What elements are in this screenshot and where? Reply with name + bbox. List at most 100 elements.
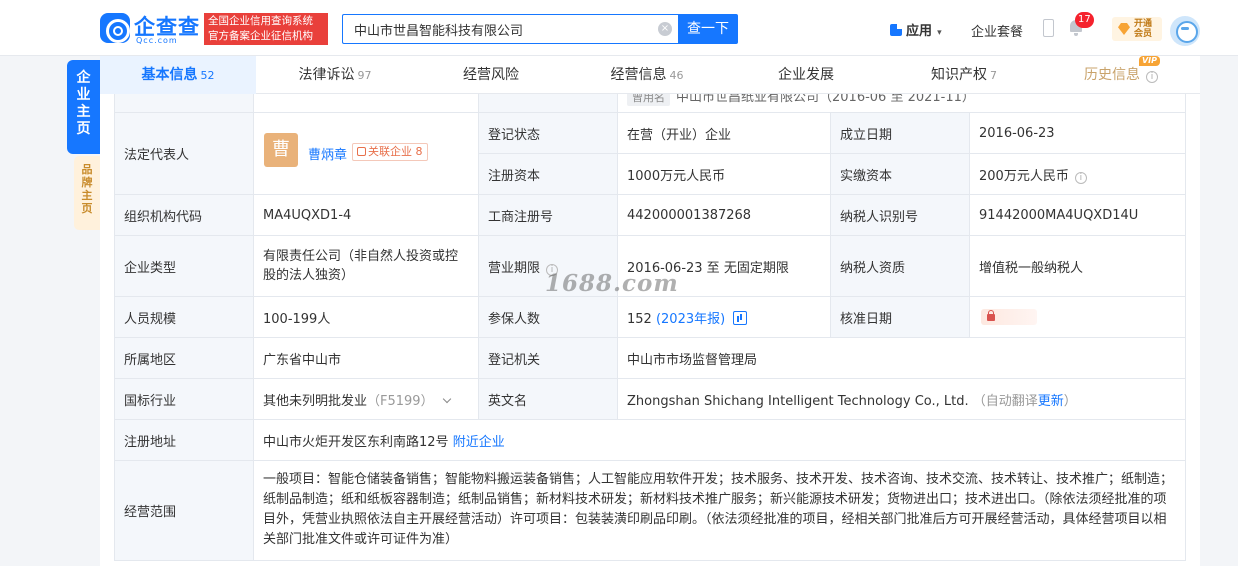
caret-down-icon: ▾ — [934, 28, 942, 38]
tab-label: 经营风险 — [463, 67, 519, 83]
logo-domain: Qcc.com — [136, 36, 178, 45]
tab-label: 历史信息 — [1084, 67, 1140, 83]
side-tab-label: 企业主页 — [76, 70, 91, 137]
info-icon[interactable]: i — [1074, 171, 1087, 184]
region-label: 所属地区 — [114, 337, 254, 379]
side-tab-brand-home[interactable]: 品牌主页 — [74, 156, 100, 230]
address: 中山市火炬开发区东利南路12号 — [263, 434, 449, 450]
nearby-companies-link[interactable]: 附近企业 — [453, 435, 505, 450]
slogan-line-2: 官方备案企业征信机构 — [208, 30, 313, 42]
user-avatar[interactable] — [1170, 16, 1200, 46]
legal-rep-name[interactable]: 曹炳章 — [308, 144, 347, 163]
qcc-logo-icon — [100, 13, 130, 43]
biz-reg-no-label: 工商注册号 — [478, 194, 618, 236]
lock-icon — [987, 309, 995, 321]
tab-count: 46 — [669, 69, 684, 82]
industry-cell[interactable]: 其他未列明批发业（F5199） — [253, 378, 479, 420]
former-name: 中山市世昌纸业有限公司（2016-06 至 2021-11） — [676, 94, 975, 105]
related-companies-label: 关联企业 8 — [368, 145, 423, 158]
industry: 其他未列明批发业 — [263, 393, 368, 409]
table-row: 组织机构代码 MA4UQXD1-4 工商注册号 442000001387268 … — [114, 194, 1187, 236]
related-companies-tag[interactable]: 关联企业 8 — [352, 143, 428, 161]
staff-size-label: 人员规模 — [114, 296, 254, 338]
reg-authority: 中山市市场监督管理局 — [616, 337, 1187, 379]
tab-label: 企业发展 — [778, 67, 834, 83]
english-name: Zhongshan Shichang Intelligent Technolog… — [627, 393, 969, 409]
auto-translate-note: （自动翻译 — [972, 393, 1038, 409]
company-type: 有限责任公司（非自然人投资或控股的法人独资） — [253, 235, 479, 297]
tab-legal[interactable]: 法律诉讼 97 — [256, 56, 414, 94]
vip-tag: VIP — [1138, 56, 1160, 66]
tab-count: 7 — [990, 69, 997, 82]
insured-cell: 152 (2023年报) — [617, 296, 831, 338]
search-button[interactable]: 查一下 — [678, 14, 738, 44]
staff-size: 100-199人 — [253, 296, 479, 338]
company-type-label: 企业类型 — [114, 235, 254, 297]
legal-rep-avatar[interactable]: 曹 — [264, 133, 298, 167]
found-date-label: 成立日期 — [830, 112, 970, 154]
tab-label: 经营信息 — [610, 67, 667, 83]
address-cell: 中山市火炬开发区东利南路12号 附近企业 — [252, 419, 1187, 461]
tab-label: 知识产权 — [931, 67, 987, 83]
info-icon: i — [1146, 71, 1158, 83]
top-header: 企查查 Qcc.com 全国企业信用查询系统 官方备案企业征信机构 × 查一下 … — [0, 0, 1238, 56]
diamond-icon — [1118, 23, 1130, 35]
reg-status-label: 登记状态 — [478, 112, 618, 154]
paid-capital: 200万元人民币 — [979, 168, 1069, 184]
locked-value[interactable] — [981, 308, 1037, 325]
cell-label — [478, 94, 618, 113]
table-row: 法定代表人 曹 曹炳章 关联企业 8 登记状态 在营（开业）企业 成立日期 20… — [114, 112, 1187, 195]
insured-year-link[interactable]: (2023年报) — [656, 312, 725, 327]
tax-id-label: 纳税人识别号 — [830, 194, 970, 236]
cell-label — [114, 94, 254, 113]
table-row: 注册地址 中山市火炬开发区东利南路12号 附近企业 — [114, 419, 1187, 461]
region: 广东省中山市 — [253, 337, 479, 379]
info-icon[interactable]: i — [546, 263, 559, 276]
mobile-icon[interactable] — [1043, 19, 1054, 37]
enterprise-package-link[interactable]: 企业套餐 — [971, 21, 1023, 40]
found-date: 2016-06-23 — [968, 112, 1187, 154]
basic-info-table: 曾用名 中山市世昌纸业有限公司（2016-06 至 2021-11） 法定代表人 … — [114, 94, 1187, 561]
address-label: 注册地址 — [114, 419, 254, 461]
tab-basic-info[interactable]: 基本信息 52 — [100, 56, 256, 94]
business-scope: 一般项目：智能仓储装备销售；智能物料搬运装备销售；人工智能应用软件开发；技术服务… — [252, 460, 1187, 561]
update-link[interactable]: 更新 — [1038, 394, 1064, 409]
taxpayer-qual: 增值税一般纳税人 — [968, 235, 1187, 297]
clear-icon[interactable]: × — [658, 22, 672, 36]
english-name-cell: Zhongshan Shichang Intelligent Technolog… — [616, 378, 1187, 420]
vip-label-line-1: 开通 — [1134, 19, 1153, 29]
tab-history[interactable]: 历史信息 i VIP — [1042, 56, 1200, 94]
english-name-label: 英文名 — [478, 378, 618, 420]
tab-ip[interactable]: 知识产权 7 — [886, 56, 1042, 94]
tab-development[interactable]: 企业发展 — [726, 56, 886, 94]
chart-icon[interactable] — [733, 310, 748, 325]
qcc-logo[interactable]: 企查查 Qcc.com — [100, 12, 200, 46]
search-box: × — [342, 14, 678, 44]
tab-label: 法律诉讼 — [298, 67, 355, 83]
side-tab-company-home[interactable]: 企业主页 — [67, 60, 100, 154]
chevron-down-icon[interactable] — [442, 394, 451, 403]
auto-translate-end: ） — [1063, 393, 1077, 409]
table-row: 国标行业 其他未列明批发业（F5199） 英文名 Zhongshan Shich… — [114, 378, 1187, 420]
industry-label: 国标行业 — [114, 378, 254, 420]
notification-badge: 17 — [1075, 12, 1094, 28]
insured-count: 152 — [627, 311, 652, 327]
approval-date-cell — [968, 296, 1187, 338]
table-row: 所属地区 广东省中山市 登记机关 中山市市场监督管理局 — [114, 337, 1187, 379]
search-input[interactable] — [354, 15, 644, 43]
apps-menu[interactable]: 应用 ▾ — [890, 20, 942, 40]
table-row: 曾用名 中山市世昌纸业有限公司（2016-06 至 2021-11） — [114, 94, 1187, 113]
table-row: 经营范围 一般项目：智能仓储装备销售；智能物料搬运装备销售；人工智能应用软件开发… — [114, 460, 1187, 561]
open-vip-button[interactable]: 开通 会员 — [1112, 17, 1162, 41]
vip-label: 开通 会员 — [1134, 19, 1152, 39]
side-tab-brand-label: 品牌主页 — [81, 163, 93, 215]
former-name-cell: 曾用名 中山市世昌纸业有限公司（2016-06 至 2021-11） — [616, 94, 1187, 113]
reg-capital: 1000万元人民币 — [617, 153, 831, 195]
tab-count: 52 — [200, 69, 215, 82]
scope-label: 经营范围 — [114, 460, 254, 561]
biz-reg-no: 442000001387268 — [617, 194, 831, 236]
taxpayer-qual-label: 纳税人资质 — [830, 235, 970, 297]
tab-risk[interactable]: 经营风险 — [414, 56, 568, 94]
tab-operations[interactable]: 经营信息 46 — [568, 56, 726, 94]
reg-status: 在营（开业）企业 — [617, 112, 831, 154]
